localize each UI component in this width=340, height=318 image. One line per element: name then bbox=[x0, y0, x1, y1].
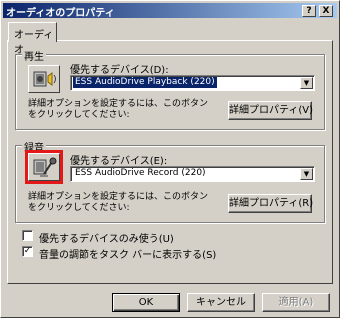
playback-description: 詳細オプションを設定するには、このボタンをクリックしてください: bbox=[28, 99, 209, 120]
recording-description: 詳細オプションを設定するには、このボタンをクリックしてください: bbox=[28, 192, 209, 213]
tab-panel: 再生 優先するデバイス(D): ESS AudioDrive Playback … bbox=[7, 40, 333, 284]
ok-button[interactable]: OK bbox=[112, 293, 180, 312]
playback-advanced-button[interactable]: 詳細プロパティ(V) bbox=[228, 101, 313, 120]
window-title: オーディオのプロパティ bbox=[6, 8, 115, 19]
playback-group: 再生 優先するデバイス(D): ESS AudioDrive Playback … bbox=[15, 48, 325, 130]
title-bar: オーディオのプロパティ ? X bbox=[3, 3, 337, 19]
chevron-down-icon[interactable]: ▼ bbox=[300, 77, 313, 89]
playback-group-label: 再生 bbox=[22, 48, 46, 63]
preferred-only-checkbox[interactable] bbox=[22, 230, 33, 241]
close-button[interactable]: X bbox=[319, 5, 333, 17]
help-button[interactable]: ? bbox=[302, 5, 316, 17]
recording-group: 録音 優先するデバイス(E): ESS AudioDrive Record (2… bbox=[15, 139, 325, 223]
chevron-down-icon[interactable]: ▼ bbox=[300, 168, 313, 180]
recording-advanced-button[interactable]: 詳細プロパティ(R) bbox=[228, 194, 313, 213]
recording-device-value: ESS AudioDrive Record (220) bbox=[75, 168, 206, 178]
playback-device-label: 優先するデバイス(D): bbox=[70, 65, 169, 76]
microphone-icon bbox=[33, 157, 57, 177]
recording-device-label: 優先するデバイス(E): bbox=[70, 156, 168, 167]
recording-microphone-button[interactable] bbox=[25, 150, 63, 184]
apply-button[interactable]: 適用(A) bbox=[262, 293, 330, 312]
cancel-button[interactable]: キャンセル bbox=[187, 293, 255, 312]
playback-device-select[interactable]: ESS AudioDrive Playback (220) ▼ bbox=[70, 75, 315, 91]
recording-group-label: 録音 bbox=[22, 139, 46, 154]
show-volume-label[interactable]: 音量の調節をタスク バーに表示する(S) bbox=[39, 246, 216, 261]
show-volume-checkbox[interactable]: ✓ bbox=[22, 246, 33, 257]
playback-device-value: ESS AudioDrive Playback (220) bbox=[73, 77, 217, 88]
recording-device-select[interactable]: ESS AudioDrive Record (220) ▼ bbox=[70, 166, 315, 182]
audio-properties-dialog: オーディオのプロパティ ? X オーディオ 再生 優先するデバイス(D): ES… bbox=[0, 0, 340, 318]
preferred-only-label[interactable]: 優先するデバイスのみ使う(U) bbox=[39, 230, 174, 245]
speaker-icon bbox=[33, 71, 56, 87]
tab-audio[interactable]: オーディオ bbox=[8, 22, 57, 56]
playback-speaker-button[interactable] bbox=[28, 65, 60, 93]
